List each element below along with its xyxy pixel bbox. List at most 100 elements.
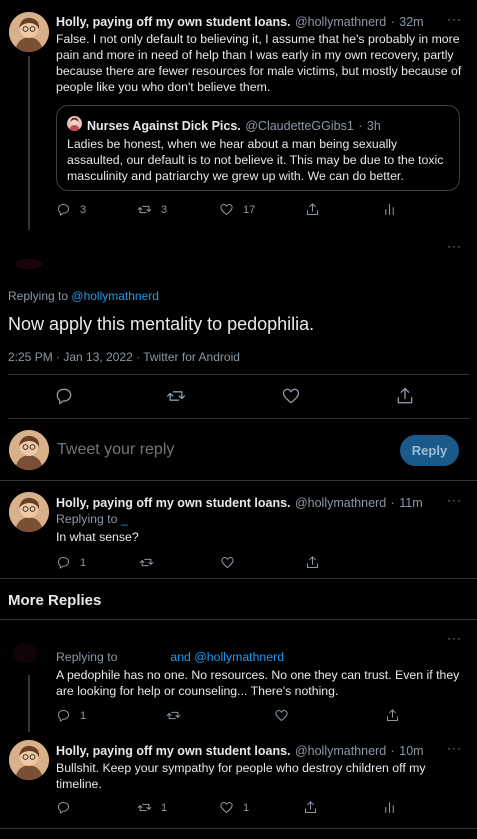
reply-button[interactable]: Reply <box>400 435 459 466</box>
like-count: 1 <box>243 801 250 814</box>
share-action[interactable] <box>305 555 320 570</box>
more-options-icon[interactable]: ··· <box>447 239 462 253</box>
tweet-text: In what sense? <box>56 530 139 544</box>
reply-icon <box>58 802 69 814</box>
separator-dot: · <box>390 744 395 758</box>
reply-action[interactable]: 3 <box>56 202 86 217</box>
quoted-author-handle[interactable]: @ClaudetteGGibs1 <box>245 119 354 133</box>
reply-icon <box>58 204 69 216</box>
like-action[interactable]: 1 <box>219 800 249 815</box>
quoted-timestamp[interactable]: 3h <box>367 119 381 133</box>
heart-icon <box>282 388 300 404</box>
reply-icon <box>58 710 69 722</box>
heart-icon <box>220 802 233 813</box>
reply-count: 1 <box>80 709 87 722</box>
replying-to-link[interactable]: and @hollymathnerd <box>170 650 284 664</box>
analytics-icon <box>385 802 394 813</box>
retweet-action[interactable] <box>139 555 154 570</box>
reply-input[interactable]: Tweet your reply <box>57 441 174 459</box>
divider <box>8 374 469 375</box>
like-action[interactable] <box>281 386 301 406</box>
retweet-count: 3 <box>161 203 168 216</box>
analytics-icon <box>385 204 394 215</box>
retweet-count: 1 <box>161 801 168 814</box>
tweet-text: False. I not only default to believing i… <box>56 32 462 94</box>
share-icon <box>387 709 398 721</box>
author-name[interactable]: Holly, paying off my own student loans. <box>56 15 291 29</box>
like-count: 17 <box>243 203 256 216</box>
avatar[interactable] <box>9 492 49 532</box>
reply-action[interactable] <box>56 800 71 815</box>
analytics-action[interactable] <box>382 800 397 815</box>
analytics-action[interactable] <box>382 202 397 217</box>
retweet-action[interactable] <box>166 708 181 723</box>
divider <box>8 418 469 419</box>
avatar[interactable] <box>9 740 49 780</box>
retweet-icon <box>167 391 185 401</box>
section-header: More Replies <box>8 592 102 609</box>
share-action[interactable] <box>385 708 400 723</box>
more-options-icon[interactable]: ··· <box>447 741 462 755</box>
share-action[interactable] <box>395 386 415 406</box>
heart-icon <box>275 710 288 721</box>
tweet-text: Bullshit. Keep your sympathy for people … <box>56 761 426 791</box>
reply-action[interactable]: 1 <box>56 708 86 723</box>
author-name[interactable]: Holly, paying off my own student loans. <box>56 744 291 758</box>
more-options-icon[interactable]: ··· <box>447 12 462 26</box>
heart-icon <box>220 204 233 215</box>
author-handle[interactable]: @hollymathnerd <box>295 744 386 758</box>
retweet-icon <box>137 803 152 812</box>
reply-action[interactable]: 1 <box>56 555 86 570</box>
share-icon <box>397 387 413 404</box>
quoted-tweet[interactable]: Nurses Against Dick Pics. @ClaudetteGGib… <box>56 105 460 191</box>
divider <box>0 480 477 481</box>
tweet-text: A pedophile has no one. No resources. No… <box>56 668 460 698</box>
separator-dot: · <box>390 15 395 29</box>
main-tweet-text: Now apply this mentality to pedophilia. <box>8 314 315 334</box>
retweet-action[interactable]: 3 <box>137 202 167 217</box>
avatar[interactable] <box>9 430 49 470</box>
reply-icon <box>58 557 69 569</box>
retweet-icon <box>139 558 154 567</box>
timestamp[interactable]: 10m <box>399 744 423 758</box>
retweet-action[interactable]: 1 <box>137 800 167 815</box>
reply-icon <box>56 388 72 405</box>
replying-to-label: Replying to <box>56 650 118 664</box>
author-name[interactable]: Holly, paying off my own student loans. <box>56 496 291 510</box>
separator-dot: · <box>390 496 395 510</box>
quoted-tweet-text: Ladies be honest, when we hear about a m… <box>67 137 444 183</box>
more-options-icon[interactable]: ··· <box>447 631 462 645</box>
replying-to-link[interactable]: @hollymathnerd <box>71 289 159 303</box>
quoted-avatar <box>67 116 82 131</box>
quoted-author-name[interactable]: Nurses Against Dick Pics. <box>87 119 241 133</box>
thread-line <box>28 675 30 732</box>
author-handle[interactable]: @hollymathnerd <box>295 15 386 29</box>
reply-count: 1 <box>80 556 87 569</box>
timestamp[interactable]: 11m <box>399 496 422 510</box>
divider <box>0 828 477 829</box>
replying-to-label: Replying to <box>8 289 69 303</box>
share-icon <box>307 203 318 215</box>
divider <box>0 619 477 620</box>
avatar-redacted[interactable] <box>9 236 49 276</box>
share-action[interactable] <box>305 202 320 217</box>
divider <box>0 578 477 579</box>
separator-dot: · <box>358 119 363 133</box>
replying-to-link[interactable]: _ <box>121 512 128 526</box>
timestamp[interactable]: 32m <box>399 15 423 29</box>
avatar[interactable] <box>9 12 49 52</box>
heart-icon <box>221 557 234 568</box>
reply-action[interactable] <box>54 386 74 406</box>
retweet-action[interactable] <box>166 386 186 406</box>
more-options-icon[interactable]: ··· <box>447 493 462 507</box>
like-action[interactable]: 17 <box>219 202 255 217</box>
share-action[interactable] <box>303 800 318 815</box>
share-icon <box>305 801 316 813</box>
tweet-metadata[interactable]: 2:25 PM · Jan 13, 2022 · Twitter for And… <box>8 350 240 364</box>
author-handle[interactable]: @hollymathnerd <box>295 496 386 510</box>
like-action[interactable] <box>220 555 235 570</box>
retweet-icon <box>166 711 181 720</box>
avatar-redacted[interactable] <box>9 631 49 671</box>
like-action[interactable] <box>274 708 289 723</box>
share-icon <box>307 556 318 568</box>
